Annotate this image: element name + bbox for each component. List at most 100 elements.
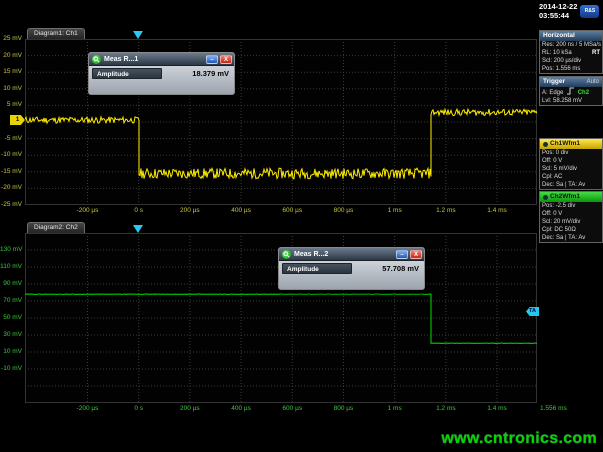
x-axis-label: 400 µs [231,207,251,215]
y-axis-label: -5 mV [0,135,22,143]
minimize-button[interactable]: – [396,250,408,259]
diagram1-tab[interactable]: Diagram1: Ch1 [27,28,85,39]
measurement-icon [92,55,101,64]
ch2-scale-row: Scl: 20 mV/div [540,218,602,226]
close-button[interactable]: X [220,55,232,64]
y-axis-label: -10 mV [0,151,22,159]
x-axis-label: 800 µs [334,405,354,413]
y-axis-label: 30 mV [0,331,22,339]
x-axis-label: 200 µs [180,405,200,413]
datetime-display: 2014-12-22 03:55:44 R&S [539,2,603,20]
x-axis-label: 800 µs [334,207,354,215]
ch1-offset-row: Off: 0 V [540,157,602,165]
y-axis-label: 110 mV [0,263,22,271]
trigger-position-icon[interactable] [133,31,143,39]
x-axis-label: 0 s [134,405,143,413]
ch1-scale-row: Scl: 5 mV/div [540,165,602,173]
meas-window-1-titlebar[interactable]: Meas R...1 – X [89,53,234,66]
ch2-coupling-row: Cpl: DC 50Ω [540,226,602,234]
meas-window-2[interactable]: Meas R...2 – X Amplitude 57.708 mV [278,247,425,290]
rising-edge-icon [566,87,575,95]
ch2-decimation-row: Dec: Sa | TA: Av [540,234,602,242]
meas-window-1-title: Meas R...1 [104,56,204,63]
y-axis-label: 50 mV [0,314,22,322]
meas-param-label: Amplitude [282,263,352,274]
horizontal-panel-header[interactable]: Horizontal [540,31,602,41]
trigger-position-icon[interactable] [133,225,143,233]
minimize-button[interactable]: – [206,55,218,64]
x-axis-label: 1 ms [388,207,402,215]
horizontal-settings-panel[interactable]: Horizontal Res: 200 ns / 5 MSa/s RL: 10 … [539,30,603,74]
ch2-pos-row: Pos: -2.5 div [540,202,602,210]
x-axis-label: -200 µs [77,207,99,215]
meas-window-1[interactable]: Meas R...1 – X Amplitude 18.379 mV [88,52,235,95]
x-axis-label: 0 s [134,207,143,215]
horizontal-panel-title: Horizontal [543,31,575,41]
ch1-panel-header[interactable]: Ch1Wfm1 [540,139,602,149]
ch2-panel-title: Ch2Wfm1 [550,192,580,202]
waveform-icon [543,142,548,147]
ch1-waveform-panel[interactable]: Ch1Wfm1 Pos: 0 div Off: 0 V Scl: 5 mV/di… [539,138,603,190]
x-axis-label: 1.2 ms [436,207,456,215]
scale-row: Scl: 200 µs/div [540,57,602,65]
y-axis-label: 130 mV [0,246,22,254]
y-axis-label: 70 mV [0,297,22,305]
record-length-row: RL: 10 kSa RT [540,49,602,57]
x-axis-label: 200 µs [180,207,200,215]
y-axis-label: 10 mV [0,85,22,93]
trigger-settings-panel[interactable]: Trigger Auto A: Edge Ch2 Lvl: 58.258 mV [539,76,603,106]
meas-result-row: Amplitude 18.379 mV [92,68,231,79]
y-axis-label: -15 mV [0,168,22,176]
meas-window-2-title: Meas R...2 [294,251,394,258]
meas-param-label: Amplitude [92,68,162,79]
date-text: 2014-12-22 [539,2,577,11]
rs-logo: R&S [580,5,599,18]
diagram2-tab[interactable]: Diagram2: Ch2 [27,222,85,233]
x-axis-label: 1.4 ms [487,207,507,215]
x-axis-label: 1 ms [388,405,402,413]
meas-param-value: 18.379 mV [192,69,231,78]
trigger-panel-title: Trigger [543,77,565,87]
meas-param-value: 57.708 mV [382,264,421,273]
watermark: www.cntronics.com [441,430,597,448]
ch1-panel-title: Ch1Wfm1 [550,139,580,149]
y-axis-label: 20 mV [0,52,22,60]
y-axis-label: 5 mV [0,101,22,109]
y-axis-label: -25 mV [0,201,22,209]
waveform-icon [543,195,548,200]
time-text: 03:55:44 [539,11,577,20]
ch2-panel-header[interactable]: Ch2Wfm1 [540,192,602,202]
ch1-pos-row: Pos: 0 div [540,149,602,157]
close-button[interactable]: X [410,250,422,259]
ch1-coupling-row: Cpl: AC [540,173,602,181]
measurement-icon [282,250,291,259]
y-axis-label: 90 mV [0,280,22,288]
position-row: Pos: 1.556 ms [540,65,602,73]
x-axis-label: 1.2 ms [436,405,456,413]
realtime-badge: RT [592,49,600,57]
ch2-waveform-panel[interactable]: Ch2Wfm1 Pos: -2.5 div Off: 0 V Scl: 20 m… [539,191,603,243]
x-axis-label: -200 µs [77,405,99,413]
meas-result-row: Amplitude 57.708 mV [282,263,421,274]
y-axis-label: 25 mV [0,35,22,43]
meas-window-1-body: Amplitude 18.379 mV [89,66,234,95]
ch2-offset-row: Off: 0 V [540,210,602,218]
trigger-panel-header[interactable]: Trigger Auto [540,77,602,87]
resolution-row: Res: 200 ns / 5 MSa/s [540,41,602,49]
y-axis-label: 10 mV [0,348,22,356]
ch1-position-marker[interactable]: 1 [10,115,25,125]
y-axis-label: 15 mV [0,68,22,76]
x-axis-label: 400 µs [231,405,251,413]
sidebar: 2014-12-22 03:55:44 R&S Horizontal Res: … [539,0,603,418]
x-axis-label: 1.4 ms [487,405,507,413]
trigger-type-row: A: Edge Ch2 [540,87,602,97]
y-axis-label: -10 mV [0,365,22,373]
ch1-decimation-row: Dec: Sa | TA: Av [540,181,602,189]
meas-window-2-titlebar[interactable]: Meas R...2 – X [279,248,424,261]
x-axis-label: 600 µs [282,405,302,413]
x-axis-label: 600 µs [282,207,302,215]
oscilloscope-screen: Diagram1: Ch1 1 Meas R...1 – X Amplitude… [0,0,603,452]
trigger-level-row: Lvl: 58.258 mV [540,97,602,105]
trigger-source-label: Ch2 [578,90,589,96]
y-axis-label: -20 mV [0,184,22,192]
